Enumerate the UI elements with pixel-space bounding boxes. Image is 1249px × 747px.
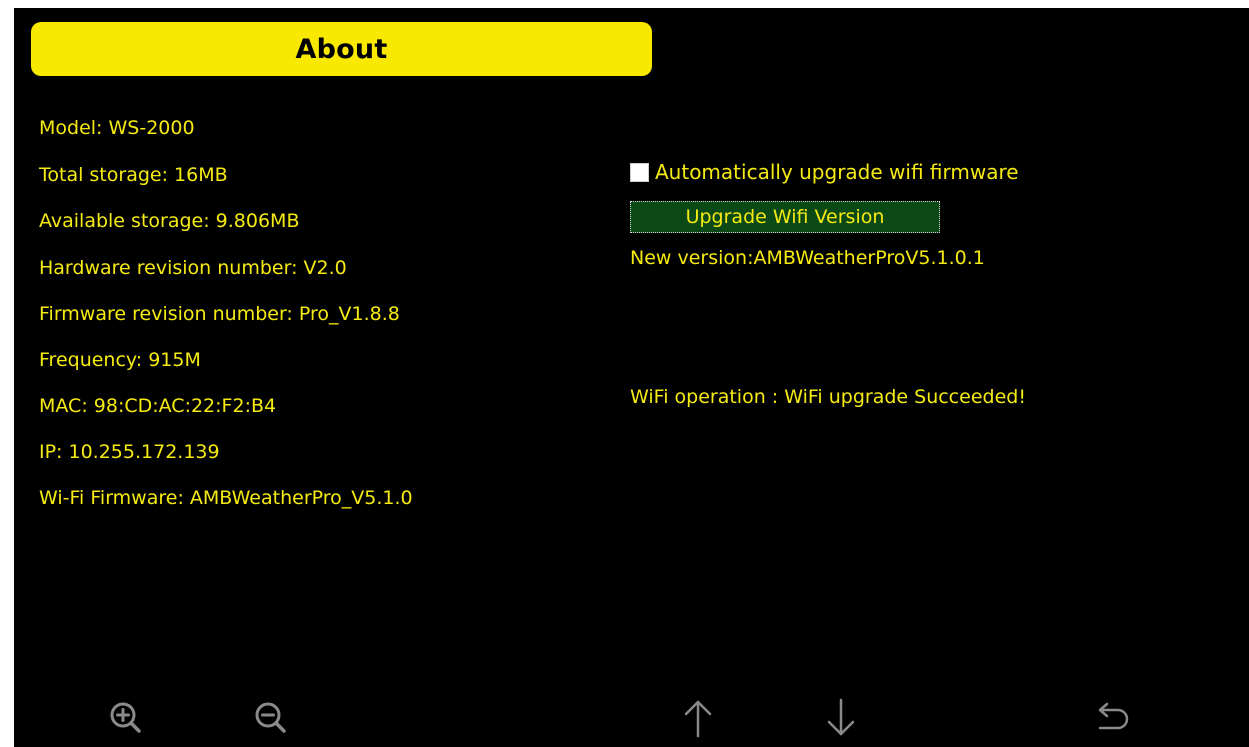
upgrade-wifi-button[interactable]: Upgrade Wifi Version [630,201,940,233]
new-version-text: New version:AMBWeatherProV5.1.0.1 [630,247,985,269]
auto-upgrade-checkbox[interactable] [630,162,649,182]
hardware-revision-info: Hardware revision number: V2.0 [39,257,347,279]
zoom-in-icon[interactable] [104,696,148,740]
title-bar: About [31,22,652,76]
auto-upgrade-row[interactable]: Automatically upgrade wifi firmware [630,160,1019,184]
screen: About Model: WS-2000 Total storage: 16MB… [0,0,1249,747]
wifi-operation-status: WiFi operation : WiFi upgrade Succeeded! [630,386,1026,408]
total-storage-info: Total storage: 16MB [39,164,228,186]
frequency-info: Frequency: 915M [39,349,201,371]
ip-info: IP: 10.255.172.139 [39,441,220,463]
model-info: Model: WS-2000 [39,117,195,139]
wifi-firmware-info: Wi-Fi Firmware: AMBWeatherPro_V5.1.0 [39,487,413,509]
available-storage-info: Available storage: 9.806MB [39,210,300,232]
auto-upgrade-label: Automatically upgrade wifi firmware [655,160,1019,184]
about-panel: About Model: WS-2000 Total storage: 16MB… [14,8,1249,747]
arrow-down-icon[interactable] [819,696,863,740]
mac-info: MAC: 98:CD:AC:22:F2:B4 [39,395,277,417]
zoom-out-icon[interactable] [249,696,293,740]
firmware-revision-info: Firmware revision number: Pro_V1.8.8 [39,303,400,325]
back-icon[interactable] [1090,696,1134,740]
arrow-up-icon[interactable] [676,696,720,740]
page-title: About [295,33,388,65]
